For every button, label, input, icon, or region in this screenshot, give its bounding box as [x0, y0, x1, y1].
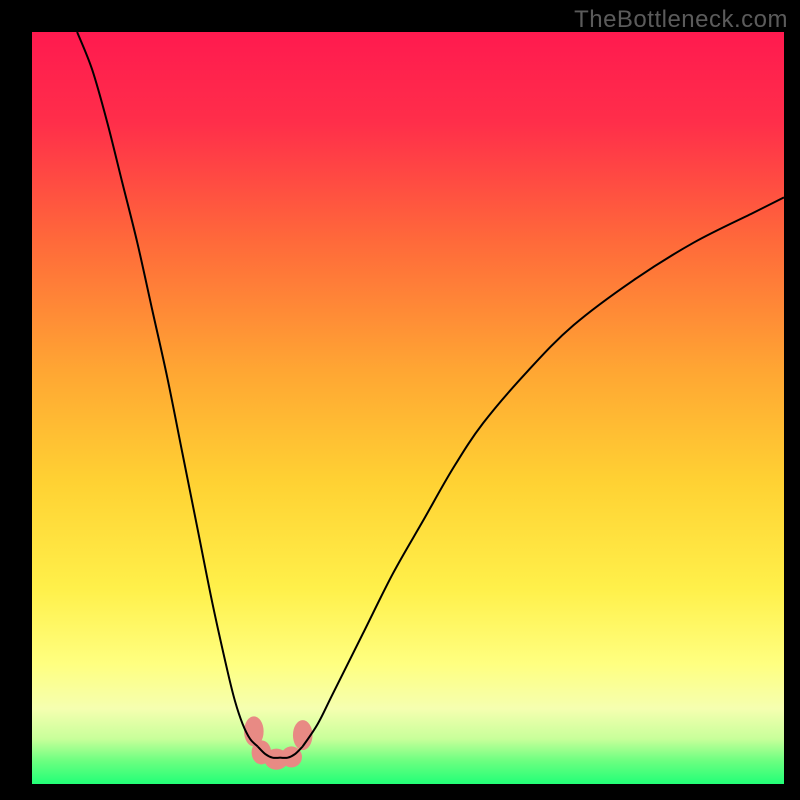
chart-plot-area [32, 32, 784, 784]
chart-background [32, 32, 784, 784]
chart-stage: TheBottleneck.com [0, 0, 800, 800]
chart-svg [32, 32, 784, 784]
watermark-text: TheBottleneck.com [574, 6, 788, 34]
